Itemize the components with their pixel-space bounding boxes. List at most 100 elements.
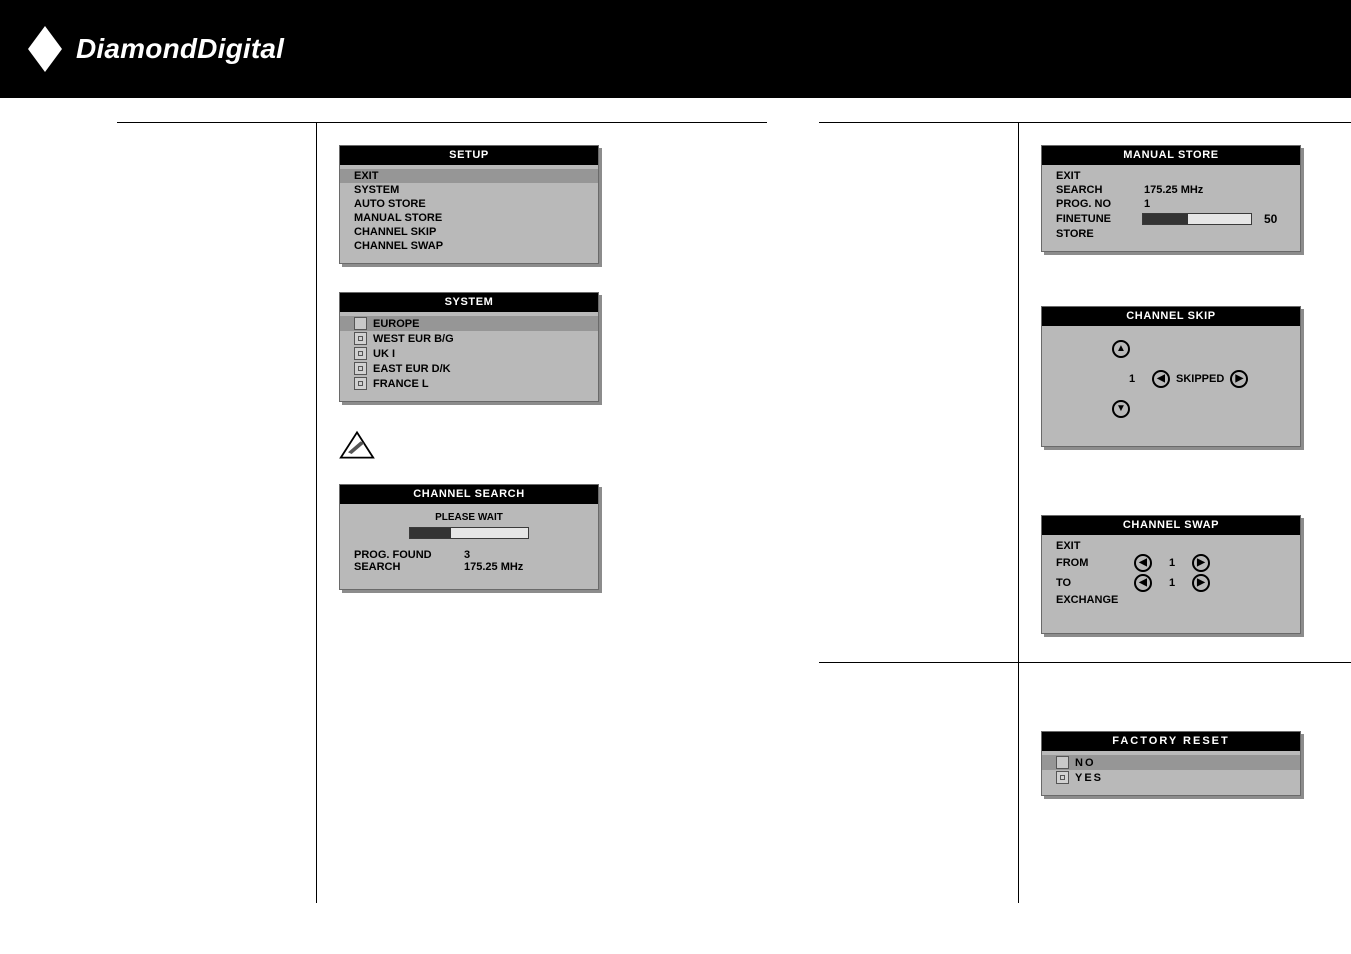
brand-text: DiamondDigital — [76, 33, 284, 65]
arrow-up-icon[interactable]: ▲ — [1112, 340, 1130, 358]
checkbox-icon — [354, 377, 367, 390]
search-value: 175.25 MHz — [464, 561, 523, 573]
osd-channel-swap: CHANNEL SWAP EXIT FROM ◀ 1 ▶ — [1041, 515, 1301, 634]
prog-found-value: 3 — [464, 549, 470, 561]
ms-prog-no[interactable]: PROG. NO 1 — [1042, 197, 1300, 211]
right-side-cell — [819, 123, 1019, 903]
please-wait-label: PLEASE WAIT — [354, 512, 584, 523]
menu-item-label: AUTO STORE — [354, 198, 426, 210]
ms-finetune[interactable]: FINETUNE 50 — [1042, 211, 1300, 227]
swap-to-value: 1 — [1160, 577, 1184, 589]
checkbox-icon — [1056, 771, 1069, 784]
swap-from[interactable]: FROM ◀ 1 ▶ — [1042, 553, 1300, 573]
menu-item-channel-skip[interactable]: CHANNEL SKIP — [340, 225, 598, 239]
menu-item-label: EXIT — [354, 170, 378, 182]
ms-search-value: 175.25 MHz — [1144, 184, 1203, 196]
menu-item-label: MANUAL STORE — [354, 212, 442, 224]
swap-label-text: EXCHANGE — [1056, 594, 1134, 606]
menu-item-manual-store[interactable]: MANUAL STORE — [340, 211, 598, 225]
ms-label: EXIT — [1056, 170, 1142, 182]
arrow-down-icon[interactable]: ▼ — [1112, 400, 1130, 418]
osd-factory-reset-title: FACTORY RESET — [1042, 732, 1300, 751]
option-uk[interactable]: UK I — [340, 346, 598, 361]
ms-prog-value: 1 — [1144, 198, 1150, 210]
factory-yes[interactable]: YES — [1042, 770, 1300, 785]
option-label: UK I — [373, 348, 395, 360]
ms-label: FINETUNE — [1056, 213, 1142, 225]
brand: DiamondDigital — [28, 26, 284, 72]
swap-exit[interactable]: EXIT — [1042, 539, 1300, 553]
search-row: SEARCH 175.25 MHz — [354, 561, 584, 573]
arrow-left-icon[interactable]: ◀ — [1134, 554, 1152, 572]
osd-channel-search: CHANNEL SEARCH PLEASE WAIT PROG. FOUND 3… — [339, 484, 599, 590]
osd-channel-skip: CHANNEL SKIP ▲ 1 ◀ SKIPPED ▶ — [1041, 306, 1301, 447]
menu-item-label: CHANNEL SKIP — [354, 226, 436, 238]
right-column: MANUAL STORE EXIT SEARCH 175.25 MHz PROG… — [819, 122, 1351, 903]
option-east-eur[interactable]: EAST EUR D/K — [340, 361, 598, 376]
ms-label: PROG. NO — [1056, 198, 1142, 210]
swap-label-text: TO — [1056, 577, 1134, 589]
menu-item-channel-swap[interactable]: CHANNEL SWAP — [340, 239, 598, 253]
search-label: SEARCH — [354, 561, 464, 573]
menu-item-system[interactable]: SYSTEM — [340, 183, 598, 197]
caution-icon — [339, 430, 375, 460]
factory-no[interactable]: NO — [1042, 755, 1300, 770]
swap-to[interactable]: TO ◀ 1 ▶ — [1042, 573, 1300, 593]
arrow-left-icon[interactable]: ◀ — [1134, 574, 1152, 592]
prog-found-row: PROG. FOUND 3 — [354, 549, 584, 561]
ms-store[interactable]: STORE — [1042, 227, 1300, 241]
prog-found-label: PROG. FOUND — [354, 549, 464, 561]
skip-status: SKIPPED — [1176, 373, 1224, 385]
arrow-right-icon[interactable]: ▶ — [1230, 370, 1248, 388]
section-divider — [819, 662, 1351, 663]
swap-label-text: EXIT — [1056, 540, 1134, 552]
finetune-value: 50 — [1264, 212, 1277, 226]
osd-setup-title: SETUP — [340, 146, 598, 165]
osd-system-title: SYSTEM — [340, 293, 598, 312]
osd-channel-search-title: CHANNEL SEARCH — [340, 485, 598, 504]
left-column: SETUP EXIT SYSTEM AUTO STORE MANUAL STOR… — [117, 122, 767, 903]
checkbox-icon — [354, 347, 367, 360]
skip-channel-number: 1 — [1112, 373, 1152, 385]
swap-label-text: FROM — [1056, 557, 1134, 569]
page-header: DiamondDigital — [0, 0, 1351, 98]
option-label: NO — [1075, 757, 1096, 769]
swap-from-value: 1 — [1160, 557, 1184, 569]
arrow-left-icon[interactable]: ◀ — [1152, 370, 1170, 388]
osd-channel-skip-title: CHANNEL SKIP — [1042, 307, 1300, 326]
swap-exchange[interactable]: EXCHANGE — [1042, 593, 1300, 607]
osd-factory-reset: FACTORY RESET NO YES — [1041, 731, 1301, 796]
option-west-eur[interactable]: WEST EUR B/G — [340, 331, 598, 346]
page-body: SETUP EXIT SYSTEM AUTO STORE MANUAL STOR… — [0, 122, 1351, 943]
arrow-right-icon[interactable]: ▶ — [1192, 554, 1210, 572]
osd-setup: SETUP EXIT SYSTEM AUTO STORE MANUAL STOR… — [339, 145, 599, 264]
osd-channel-swap-title: CHANNEL SWAP — [1042, 516, 1300, 535]
checkbox-icon — [354, 362, 367, 375]
menu-item-auto-store[interactable]: AUTO STORE — [340, 197, 598, 211]
ms-exit[interactable]: EXIT — [1042, 169, 1300, 183]
option-label: FRANCE L — [373, 378, 429, 390]
osd-system: SYSTEM EUROPE WEST EUR B/G UK I — [339, 292, 599, 402]
menu-item-exit[interactable]: EXIT — [340, 169, 598, 183]
option-label: EAST EUR D/K — [373, 363, 451, 375]
osd-manual-store: MANUAL STORE EXIT SEARCH 175.25 MHz PROG… — [1041, 145, 1301, 252]
finetune-bar: 50 — [1142, 212, 1277, 226]
option-label: WEST EUR B/G — [373, 333, 454, 345]
ms-search[interactable]: SEARCH 175.25 MHz — [1042, 183, 1300, 197]
menu-item-label: CHANNEL SWAP — [354, 240, 443, 252]
ms-label: SEARCH — [1056, 184, 1142, 196]
checkbox-icon — [1056, 756, 1069, 769]
checkbox-icon — [354, 332, 367, 345]
search-progress — [354, 527, 584, 539]
option-label: YES — [1075, 772, 1103, 784]
menu-item-label: SYSTEM — [354, 184, 399, 196]
option-france[interactable]: FRANCE L — [340, 376, 598, 391]
option-label: EUROPE — [373, 318, 419, 330]
checkbox-icon — [354, 317, 367, 330]
left-side-cell — [117, 123, 317, 903]
diamond-icon — [28, 26, 62, 72]
arrow-right-icon[interactable]: ▶ — [1192, 574, 1210, 592]
osd-manual-store-title: MANUAL STORE — [1042, 146, 1300, 165]
ms-label: STORE — [1056, 228, 1142, 240]
option-europe[interactable]: EUROPE — [340, 316, 598, 331]
